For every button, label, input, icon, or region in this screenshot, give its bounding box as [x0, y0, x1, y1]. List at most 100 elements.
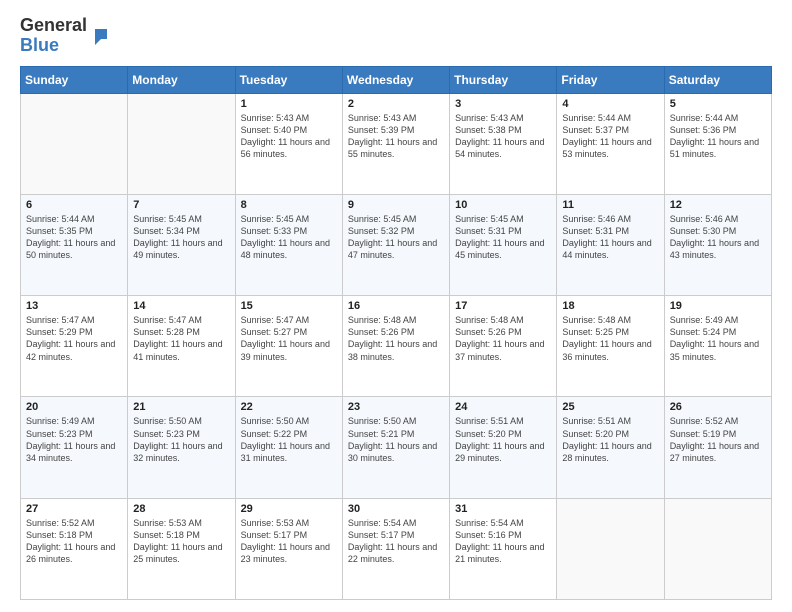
cell-date-number: 19 [670, 300, 766, 312]
week-row-3: 13 Sunrise: 5:47 AM Sunset: 5:29 PM Dayli… [21, 296, 772, 397]
cell-date-number: 3 [455, 98, 551, 110]
calendar-cell: 30 Sunrise: 5:54 AM Sunset: 5:17 PM Dayli… [342, 498, 449, 599]
cell-info-text: Sunrise: 5:52 AM Sunset: 5:19 PM Dayligh… [670, 415, 766, 464]
logo: General Blue [20, 16, 111, 56]
cell-info-text: Sunrise: 5:43 AM Sunset: 5:39 PM Dayligh… [348, 112, 444, 161]
calendar-cell: 15Sunrise: 5:47 AM Sunset: 5:27 PM Dayli… [235, 296, 342, 397]
cell-info-text: Sunrise: 5:54 AM Sunset: 5:16 PM Dayligh… [455, 517, 551, 566]
cell-date-number: 12 [670, 199, 766, 211]
cell-info-text: Sunrise: 5:52 AM Sunset: 5:18 PM Dayligh… [26, 517, 122, 566]
weekday-header-saturday: Saturday [664, 66, 771, 93]
cell-info-text: Sunrise: 5:54 AM Sunset: 5:17 PM Dayligh… [348, 517, 444, 566]
cell-date-number: 16 [348, 300, 444, 312]
cell-info-text: Sunrise: 5:51 AM Sunset: 5:20 PM Dayligh… [455, 415, 551, 464]
cell-date-number: 13 [26, 300, 122, 312]
cell-date-number: 14 [133, 300, 229, 312]
cell-info-text: Sunrise: 5:43 AM Sunset: 5:40 PM Dayligh… [241, 112, 337, 161]
cell-date-number: 6 [26, 199, 122, 211]
cell-info-text: Sunrise: 5:51 AM Sunset: 5:20 PM Dayligh… [562, 415, 658, 464]
cell-date-number: 15 [241, 300, 337, 312]
cell-info-text: Sunrise: 5:47 AM Sunset: 5:28 PM Dayligh… [133, 314, 229, 363]
cell-date-number: 24 [455, 401, 551, 413]
cell-info-text: Sunrise: 5:53 AM Sunset: 5:18 PM Dayligh… [133, 517, 229, 566]
cell-info-text: Sunrise: 5:45 AM Sunset: 5:32 PM Dayligh… [348, 213, 444, 262]
week-row-4: 20 Sunrise: 5:49 AM Sunset: 5:23 PM Dayli… [21, 397, 772, 498]
page: General Blue SundayMondayTuesdayWednesda… [0, 0, 792, 612]
cell-info-text: Sunrise: 5:48 AM Sunset: 5:26 PM Dayligh… [455, 314, 551, 363]
cell-info-text: Sunrise: 5:50 AM Sunset: 5:22 PM Dayligh… [241, 415, 337, 464]
calendar-cell: 26 Sunrise: 5:52 AM Sunset: 5:19 PM Dayli… [664, 397, 771, 498]
weekday-header-thursday: Thursday [450, 66, 557, 93]
calendar-cell: 25 Sunrise: 5:51 AM Sunset: 5:20 PM Dayli… [557, 397, 664, 498]
cell-info-text: Sunrise: 5:53 AM Sunset: 5:17 PM Dayligh… [241, 517, 337, 566]
cell-info-text: Sunrise: 5:47 AM Sunset: 5:29 PM Dayligh… [26, 314, 122, 363]
calendar-cell: 22 Sunrise: 5:50 AM Sunset: 5:22 PM Dayli… [235, 397, 342, 498]
calendar-cell: 8 Sunrise: 5:45 AM Sunset: 5:33 PM Daylig… [235, 194, 342, 295]
logo-general: General [20, 15, 87, 35]
cell-date-number: 9 [348, 199, 444, 211]
cell-info-text: Sunrise: 5:44 AM Sunset: 5:36 PM Dayligh… [670, 112, 766, 161]
calendar-cell [557, 498, 664, 599]
calendar-cell: 10Sunrise: 5:45 AM Sunset: 5:31 PM Dayli… [450, 194, 557, 295]
calendar-cell: 18Sunrise: 5:48 AM Sunset: 5:25 PM Dayli… [557, 296, 664, 397]
cell-date-number: 30 [348, 503, 444, 515]
calendar-cell: 19 Sunrise: 5:49 AM Sunset: 5:24 PM Dayli… [664, 296, 771, 397]
cell-info-text: Sunrise: 5:50 AM Sunset: 5:23 PM Dayligh… [133, 415, 229, 464]
calendar-cell: 28Sunrise: 5:53 AM Sunset: 5:18 PM Dayli… [128, 498, 235, 599]
calendar-cell: 27Sunrise: 5:52 AM Sunset: 5:18 PM Dayli… [21, 498, 128, 599]
weekday-header-sunday: Sunday [21, 66, 128, 93]
cell-date-number: 5 [670, 98, 766, 110]
calendar-cell: 31 Sunrise: 5:54 AM Sunset: 5:16 PM Dayli… [450, 498, 557, 599]
calendar-cell: 1Sunrise: 5:43 AM Sunset: 5:40 PM Daylig… [235, 93, 342, 194]
calendar-cell: 7Sunrise: 5:45 AM Sunset: 5:34 PM Daylig… [128, 194, 235, 295]
calendar-cell [21, 93, 128, 194]
calendar-cell: 6 Sunrise: 5:44 AM Sunset: 5:35 PM Daylig… [21, 194, 128, 295]
cell-date-number: 25 [562, 401, 658, 413]
calendar-cell: 21 Sunrise: 5:50 AM Sunset: 5:23 PM Dayli… [128, 397, 235, 498]
calendar-table: SundayMondayTuesdayWednesdayThursdayFrid… [20, 66, 772, 600]
header: General Blue [20, 16, 772, 56]
cell-date-number: 26 [670, 401, 766, 413]
logo-text: General Blue [20, 16, 87, 56]
calendar-cell: 14 Sunrise: 5:47 AM Sunset: 5:28 PM Dayli… [128, 296, 235, 397]
calendar-cell: 3 Sunrise: 5:43 AM Sunset: 5:38 PM Daylig… [450, 93, 557, 194]
week-row-5: 27Sunrise: 5:52 AM Sunset: 5:18 PM Dayli… [21, 498, 772, 599]
calendar-cell: 4 Sunrise: 5:44 AM Sunset: 5:37 PM Daylig… [557, 93, 664, 194]
cell-info-text: Sunrise: 5:49 AM Sunset: 5:23 PM Dayligh… [26, 415, 122, 464]
cell-date-number: 8 [241, 199, 337, 211]
cell-date-number: 20 [26, 401, 122, 413]
calendar-cell: 29 Sunrise: 5:53 AM Sunset: 5:17 PM Dayli… [235, 498, 342, 599]
calendar-cell: 24 Sunrise: 5:51 AM Sunset: 5:20 PM Dayli… [450, 397, 557, 498]
calendar-cell: 17 Sunrise: 5:48 AM Sunset: 5:26 PM Dayli… [450, 296, 557, 397]
calendar-cell [664, 498, 771, 599]
calendar-cell: 16Sunrise: 5:48 AM Sunset: 5:26 PM Dayli… [342, 296, 449, 397]
cell-info-text: Sunrise: 5:48 AM Sunset: 5:25 PM Dayligh… [562, 314, 658, 363]
cell-date-number: 31 [455, 503, 551, 515]
cell-date-number: 17 [455, 300, 551, 312]
logo-icon [89, 25, 111, 47]
calendar-cell: 2 Sunrise: 5:43 AM Sunset: 5:39 PM Daylig… [342, 93, 449, 194]
cell-date-number: 4 [562, 98, 658, 110]
cell-info-text: Sunrise: 5:49 AM Sunset: 5:24 PM Dayligh… [670, 314, 766, 363]
calendar-cell: 20 Sunrise: 5:49 AM Sunset: 5:23 PM Dayli… [21, 397, 128, 498]
cell-date-number: 2 [348, 98, 444, 110]
weekday-header-wednesday: Wednesday [342, 66, 449, 93]
cell-info-text: Sunrise: 5:45 AM Sunset: 5:33 PM Dayligh… [241, 213, 337, 262]
cell-date-number: 23 [348, 401, 444, 413]
cell-info-text: Sunrise: 5:46 AM Sunset: 5:31 PM Dayligh… [562, 213, 658, 262]
cell-info-text: Sunrise: 5:44 AM Sunset: 5:35 PM Dayligh… [26, 213, 122, 262]
cell-date-number: 22 [241, 401, 337, 413]
week-row-2: 6 Sunrise: 5:44 AM Sunset: 5:35 PM Daylig… [21, 194, 772, 295]
calendar-cell [128, 93, 235, 194]
cell-info-text: Sunrise: 5:50 AM Sunset: 5:21 PM Dayligh… [348, 415, 444, 464]
cell-date-number: 29 [241, 503, 337, 515]
cell-info-text: Sunrise: 5:43 AM Sunset: 5:38 PM Dayligh… [455, 112, 551, 161]
weekday-header-monday: Monday [128, 66, 235, 93]
calendar-cell: 9 Sunrise: 5:45 AM Sunset: 5:32 PM Daylig… [342, 194, 449, 295]
cell-info-text: Sunrise: 5:44 AM Sunset: 5:37 PM Dayligh… [562, 112, 658, 161]
cell-date-number: 21 [133, 401, 229, 413]
weekday-header-friday: Friday [557, 66, 664, 93]
calendar-cell: 5 Sunrise: 5:44 AM Sunset: 5:36 PM Daylig… [664, 93, 771, 194]
weekday-header-tuesday: Tuesday [235, 66, 342, 93]
weekday-header-row: SundayMondayTuesdayWednesdayThursdayFrid… [21, 66, 772, 93]
